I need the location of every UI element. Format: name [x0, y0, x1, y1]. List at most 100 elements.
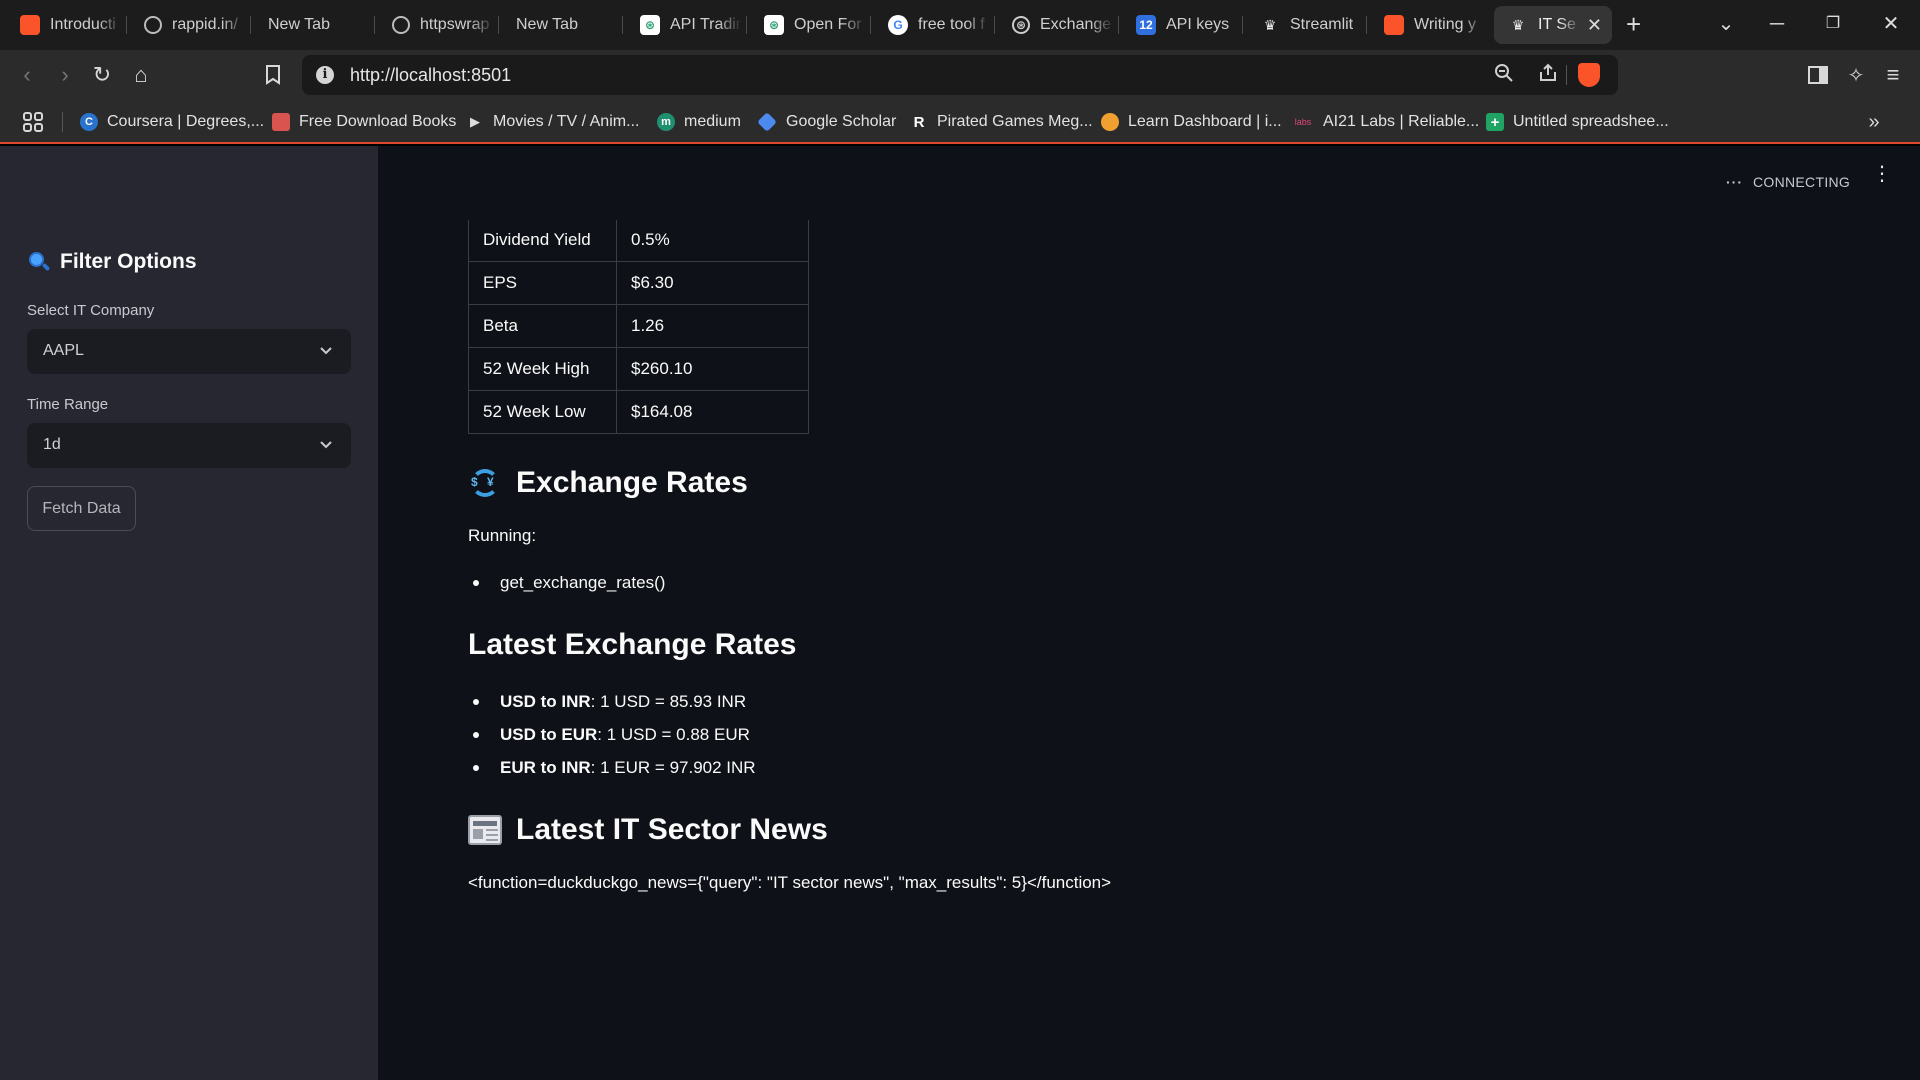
reload-icon[interactable]: ↻ — [89, 62, 115, 88]
globe-icon — [144, 16, 162, 34]
zoom-icon[interactable] — [1492, 63, 1516, 87]
fetch-data-button[interactable]: Fetch Data — [27, 486, 136, 531]
menu-icon[interactable]: ≡ — [1880, 62, 1906, 88]
tab-exchange[interactable]: ⊛ Exchange — [998, 6, 1114, 44]
chevron-down-icon — [320, 347, 332, 355]
company-select-label: Select IT Company — [27, 302, 155, 319]
metric-value: $6.30 — [616, 261, 809, 305]
site-info-icon[interactable]: i — [316, 66, 334, 84]
url-text[interactable]: http://localhost:8501 — [350, 65, 511, 86]
tab-api-trading[interactable]: ⊛ API Tradin — [626, 6, 742, 44]
openai-icon: ⊛ — [764, 15, 784, 35]
r-logo-icon: R — [913, 113, 925, 131]
bookmark-medium[interactable]: m medium — [657, 110, 741, 134]
minimize-icon[interactable]: ─ — [1762, 10, 1792, 38]
metric-name: 52 Week Low — [468, 390, 617, 434]
app-viewport: Filter Options Select IT Company AAPL Ti… — [0, 146, 1920, 1080]
bookmark-label: medium — [684, 113, 741, 130]
book-icon — [272, 113, 290, 131]
apps-grid-icon[interactable] — [20, 109, 46, 135]
openai-icon: ⊛ — [1012, 16, 1030, 34]
tab-new-tab-2[interactable]: New Tab — [502, 6, 618, 44]
newspaper-icon — [468, 813, 502, 847]
rate-pair: EUR to INR — [500, 758, 591, 777]
metric-value: 1.26 — [616, 304, 809, 348]
sidebar: Filter Options Select IT Company AAPL Ti… — [0, 146, 378, 1080]
tab-open-for[interactable]: ⊛ Open For — [750, 6, 866, 44]
bookmark-label: Pirated Games Meg... — [937, 113, 1093, 130]
rate-value: : 1 USD = 0.88 EUR — [597, 725, 750, 744]
company-select[interactable]: AAPL — [27, 329, 351, 374]
time-range-select[interactable]: 1d — [27, 423, 351, 468]
bookmark-google-scholar[interactable]: Google Scholar — [757, 110, 896, 134]
metric-value: $260.10 — [616, 347, 809, 391]
bookmark-label: Learn Dashboard | i... — [1128, 113, 1282, 130]
streamlit-icon: ♛ — [1263, 16, 1277, 33]
openai-icon: ⊛ — [640, 15, 660, 35]
time-range-label: Time Range — [27, 396, 109, 413]
forward-icon[interactable]: › — [52, 62, 78, 88]
close-window-icon[interactable]: ✕ — [1876, 10, 1906, 38]
sidebar-toggle-icon[interactable] — [1805, 62, 1831, 88]
leo-ai-icon[interactable]: ✧ — [1843, 62, 1869, 88]
bookmark-ai21-labs[interactable]: labs AI21 Labs | Reliable... — [1292, 110, 1480, 134]
bookmark-label: Coursera | Degrees,... — [107, 113, 265, 130]
metric-name: EPS — [468, 261, 617, 305]
metrics-table: Dividend Yield 0.5% EPS $6.30 Beta 1.26 52 Wee… — [468, 218, 809, 434]
tab-free-tool[interactable]: G free tool f — [874, 6, 990, 44]
12-icon: 12 — [1136, 15, 1156, 35]
tab-label: New Tab — [516, 16, 578, 33]
more-bookmarks-icon[interactable]: » — [1861, 109, 1887, 135]
google-icon: G — [888, 15, 908, 35]
tab-rappid[interactable]: rappid.in/ — [130, 6, 246, 44]
rate-value: : 1 USD = 85.93 INR — [590, 692, 747, 711]
main-menu-kebab-icon[interactable]: ⋮ — [1872, 164, 1892, 192]
new-tab-plus-icon[interactable]: + — [1626, 9, 1641, 39]
rate-item-usd-inr: USD to INR: 1 USD = 85.93 INR — [468, 685, 756, 718]
metric-value: 0.5% — [616, 218, 809, 262]
close-tab-icon[interactable]: ✕ — [1587, 15, 1602, 35]
company-select-value: AAPL — [43, 342, 84, 359]
bookmark-label: Untitled spreadshee... — [1513, 113, 1669, 130]
tab-search-chevron-icon[interactable]: ⌄ — [1711, 10, 1741, 38]
news-function-text: <function=duckduckgo_news={"query": "IT … — [468, 873, 1112, 892]
learn-dashboard-icon — [1101, 113, 1119, 131]
sheets-icon: + — [1486, 113, 1504, 131]
tab-streamlit[interactable]: ♛ Streamlit — [1246, 6, 1362, 44]
home-icon[interactable]: ⌂ — [128, 62, 154, 88]
share-icon[interactable] — [1536, 63, 1560, 87]
tab-httpswrap[interactable]: httpswrap — [378, 6, 494, 44]
list-item: get_exchange_rates() — [468, 566, 665, 599]
brave-shield-icon[interactable] — [1578, 63, 1600, 87]
bookmark-label: AI21 Labs | Reliable... — [1323, 113, 1480, 130]
tab-introduction[interactable]: Introducti — [6, 6, 122, 44]
exchange-rates-heading: $ ¥ Exchange Rates — [468, 466, 748, 500]
bookmark-untitled-spreadsheet[interactable]: + Untitled spreadshee... — [1486, 110, 1669, 134]
bookmark-icon[interactable] — [260, 62, 286, 88]
main-content: Dividend Yield 0.5% EPS $6.30 Beta 1.26 52 Wee… — [468, 146, 1868, 1080]
back-icon[interactable]: ‹ — [14, 62, 40, 88]
it-news-heading-text: Latest IT Sector News — [516, 813, 828, 846]
tab-new-tab[interactable]: New Tab — [254, 6, 370, 44]
bookmark-label: Movies / TV / Anim... — [493, 113, 640, 130]
table-row: 52 Week Low $164.08 — [468, 390, 809, 434]
sidebar-title-text: Filter Options — [60, 250, 197, 273]
bookmark-free-download-books[interactable]: Free Download Books — [272, 110, 456, 134]
tab-writing[interactable]: Writing y — [1370, 6, 1486, 44]
address-bar[interactable]: i http://localhost:8501 — [302, 55, 1618, 95]
restore-icon[interactable]: ❐ — [1818, 10, 1848, 38]
bookmark-movies[interactable]: ▶ Movies / TV / Anim... — [466, 110, 639, 134]
tab-api-keys[interactable]: 12 API keys — [1122, 6, 1238, 44]
bookmark-label: Free Download Books — [299, 113, 457, 130]
play-icon: ▶ — [470, 114, 480, 129]
it-news-heading: Latest IT Sector News — [468, 813, 828, 847]
tab-it-sector-active[interactable]: ♛ IT Se ✕ — [1494, 6, 1612, 44]
bookmark-pirated-games[interactable]: R Pirated Games Meg... — [910, 110, 1093, 134]
bookmark-coursera[interactable]: C Coursera | Degrees,... — [80, 110, 264, 134]
running-label: Running: — [468, 526, 537, 545]
table-row: Beta 1.26 — [468, 304, 809, 348]
bookmark-learn-dashboard[interactable]: Learn Dashboard | i... — [1101, 110, 1282, 134]
tab-label: Streamlit — [1290, 16, 1354, 33]
orange-square-icon — [20, 15, 40, 35]
scholar-icon — [757, 112, 777, 132]
